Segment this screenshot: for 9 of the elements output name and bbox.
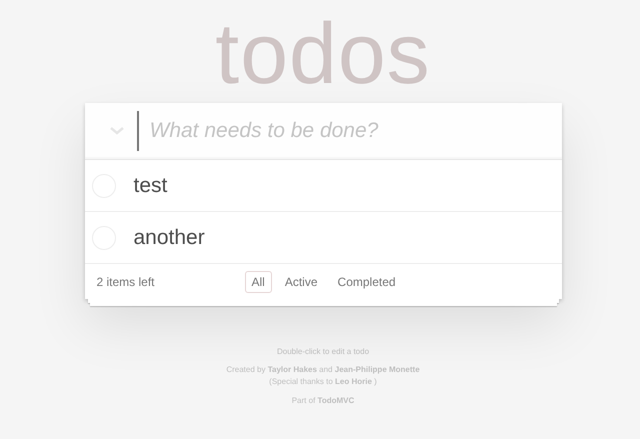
info-text: ) [374,377,377,386]
chevron-down-icon[interactable] [110,127,124,135]
items-left-count: 2 items left [96,274,156,288]
filter-link[interactable]: Completed [330,270,403,292]
todo-text: test [134,174,168,198]
new-todo-field[interactable]: What needs to be done? [136,111,562,151]
filter-link[interactable]: All [244,270,272,292]
filter-link[interactable]: Active [278,270,325,292]
todo-text: another [134,226,205,250]
